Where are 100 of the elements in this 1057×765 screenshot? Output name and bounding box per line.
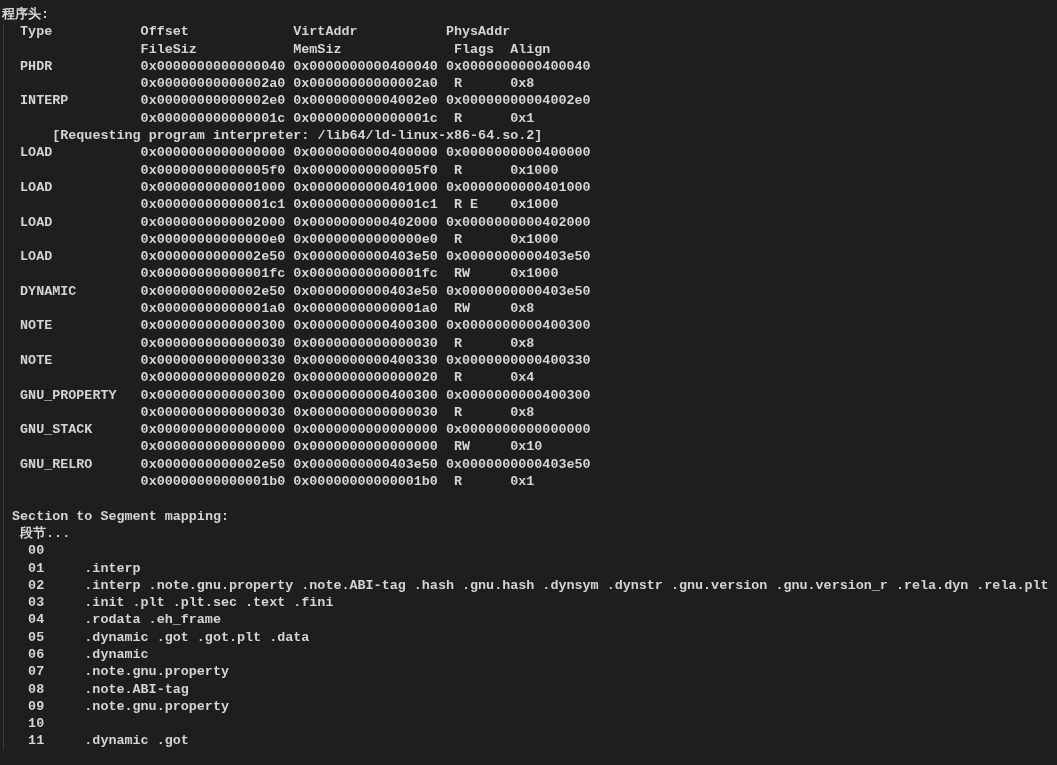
segment-type: GNU_RELRO: [20, 455, 94, 473]
table-cell-text: 0x00000000000001a0: [140, 300, 287, 318]
segment-number: 05: [28, 628, 46, 646]
section-heading: Section to Segment mapping:: [12, 507, 229, 525]
table-cell-text: 0x000000000000001c: [140, 109, 287, 128]
table-cell-text: 0x0000000000000000: [293, 438, 439, 456]
column-header: Flags: [453, 40, 496, 58]
table-cell-text: 0x00000000000000e0: [140, 230, 287, 249]
table-cell-text: 0x00000000000001a0: [293, 300, 439, 318]
segment-type: DYNAMIC: [20, 282, 78, 301]
table-cell-text: 0x8: [510, 334, 536, 352]
table-cell: 0x0000000000400330: [445, 351, 591, 370]
table-cell-text: 0x00000000000001fc: [140, 265, 287, 283]
table-cell-text: 0x0000000000000000: [293, 421, 439, 439]
segment-type: PHDR: [20, 57, 54, 76]
segment-type: LOAD: [20, 213, 54, 231]
segment-number: 11: [28, 732, 46, 750]
table-cell: 0x0000000000400000: [445, 144, 591, 162]
table-cell-text: 0x0000000000000300: [140, 317, 287, 335]
table-cell-text: 0x0000000000001000: [140, 178, 287, 197]
table-cell-text: 0x00000000000002a0: [293, 75, 439, 93]
table-cell: 0x1000: [510, 230, 559, 249]
table-cell-text: 0x000000000000001c: [293, 109, 439, 128]
segment-number: 07: [28, 663, 46, 681]
table-cell-text: R: [453, 473, 463, 491]
table-cell: 0x00000000004002e0: [445, 92, 591, 110]
table-cell: 0x1000: [510, 196, 559, 214]
table-cell-text: 0x0000000000002000: [140, 213, 287, 231]
table-cell-text: R: [453, 403, 463, 422]
table-cell-text: 0x0000000000400000: [293, 144, 439, 162]
table-cell-text: 0x0000000000002e50: [140, 455, 287, 473]
interpreter-note: [Requesting program interpreter: /lib64/ld-linux-x86-64.so.2]: [52, 127, 543, 145]
table-cell-text: 0x0000000000403e50: [293, 282, 439, 301]
table-cell-text: 0x0000000000002e50: [140, 282, 287, 301]
table-cell-text: R: [453, 230, 463, 249]
table-cell-text: 0x4: [510, 369, 536, 387]
table-cell-text: 0x00000000000000e0: [293, 230, 439, 249]
table-cell-text: R: [453, 334, 463, 352]
table-cell-text: 0x00000000000005f0: [293, 161, 439, 179]
table-cell: 0x0000000000000000: [445, 421, 591, 439]
table-cell-text: R E: [453, 196, 480, 214]
table-cell-text: 0x8: [510, 75, 536, 93]
table-cell-text: 0x1: [510, 473, 536, 491]
table-cell-text: 0x0000000000000030: [140, 334, 287, 352]
table-cell-text: 0x0000000000400330: [293, 351, 439, 370]
segment-type: NOTE: [20, 351, 54, 370]
table-cell-text: 0x0000000000403e50: [293, 455, 439, 473]
table-cell-text: 0x8: [510, 300, 536, 318]
section-heading: 程序头:: [2, 6, 50, 24]
column-header: Offset: [140, 23, 190, 41]
segment-number: 00: [28, 542, 46, 560]
table-cell-text: 0x0000000000000000: [140, 144, 287, 162]
segment-type: NOTE: [20, 317, 54, 335]
table-cell: 0x1000: [510, 265, 559, 283]
table-cell: 0x0000000000403e50: [445, 455, 591, 473]
table-cell-text: 0x0000000000000300: [140, 386, 287, 404]
section-list: .interp: [84, 559, 141, 577]
column-header: FileSiz: [140, 40, 198, 58]
table-cell-text: 0x00000000000001b0: [293, 473, 439, 491]
table-cell-text: 0x00000000004002e0: [293, 92, 439, 110]
column-header: VirtAddr: [293, 23, 359, 41]
segment-type: INTERP: [20, 92, 70, 110]
table-cell-text: 0x00000000000002a0: [140, 75, 287, 93]
table-cell: 0x0000000000403e50: [445, 248, 591, 266]
segment-number: 04: [28, 611, 46, 629]
table-cell-text: 0x0000000000403e50: [293, 248, 439, 266]
table-cell-text: 0x0000000000000030: [293, 334, 439, 352]
table-cell-text: 0x00000000000005f0: [140, 161, 287, 179]
table-cell-text: 0x0000000000400040: [293, 57, 439, 76]
column-header: PhysAddr: [445, 23, 512, 41]
table-cell-text: R: [453, 161, 463, 179]
table-cell-text: R: [453, 369, 463, 387]
section-list: .note.gnu.property: [84, 663, 229, 681]
table-cell-text: 0x0000000000000020: [140, 369, 287, 387]
table-cell-text: RW: [453, 300, 472, 318]
section-list: .note.gnu.property: [84, 697, 229, 716]
table-cell-text: 0x0000000000000030: [293, 403, 439, 422]
table-cell: 0x0000000000400300: [445, 386, 591, 404]
table-cell-text: 0x0000000000000000: [140, 438, 287, 456]
segment-type: GNU_STACK: [20, 421, 94, 439]
segment-type: LOAD: [20, 248, 54, 266]
column-header: Type: [20, 23, 54, 41]
table-cell: 0x0000000000400300: [445, 317, 591, 335]
section-list: .rodata .eh_frame: [84, 611, 221, 629]
segment-number: 06: [28, 646, 46, 664]
table-cell-text: 0x00000000000001fc: [293, 265, 439, 283]
column-header: Align: [510, 40, 552, 58]
column-header: MemSiz: [293, 40, 343, 58]
segment-number: 09: [28, 697, 46, 716]
table-cell: 0x0000000000401000: [445, 178, 591, 197]
table-cell-text: 0x00000000000002e0: [140, 92, 287, 110]
table-cell-text: R: [453, 75, 463, 93]
table-cell-text: 0x0000000000400300: [293, 386, 439, 404]
table-cell-text: 0x00000000000001c1: [293, 196, 439, 214]
section-list: .note.ABI-tag: [84, 680, 189, 698]
table-cell-text: 0x0000000000402000: [293, 213, 439, 231]
table-cell: 0x0000000000402000: [445, 213, 591, 231]
section-list: .init .plt .plt.sec .text .fini: [84, 594, 334, 612]
table-cell-text: 0x0000000000000000: [140, 421, 287, 439]
segment-number: 08: [28, 680, 46, 698]
